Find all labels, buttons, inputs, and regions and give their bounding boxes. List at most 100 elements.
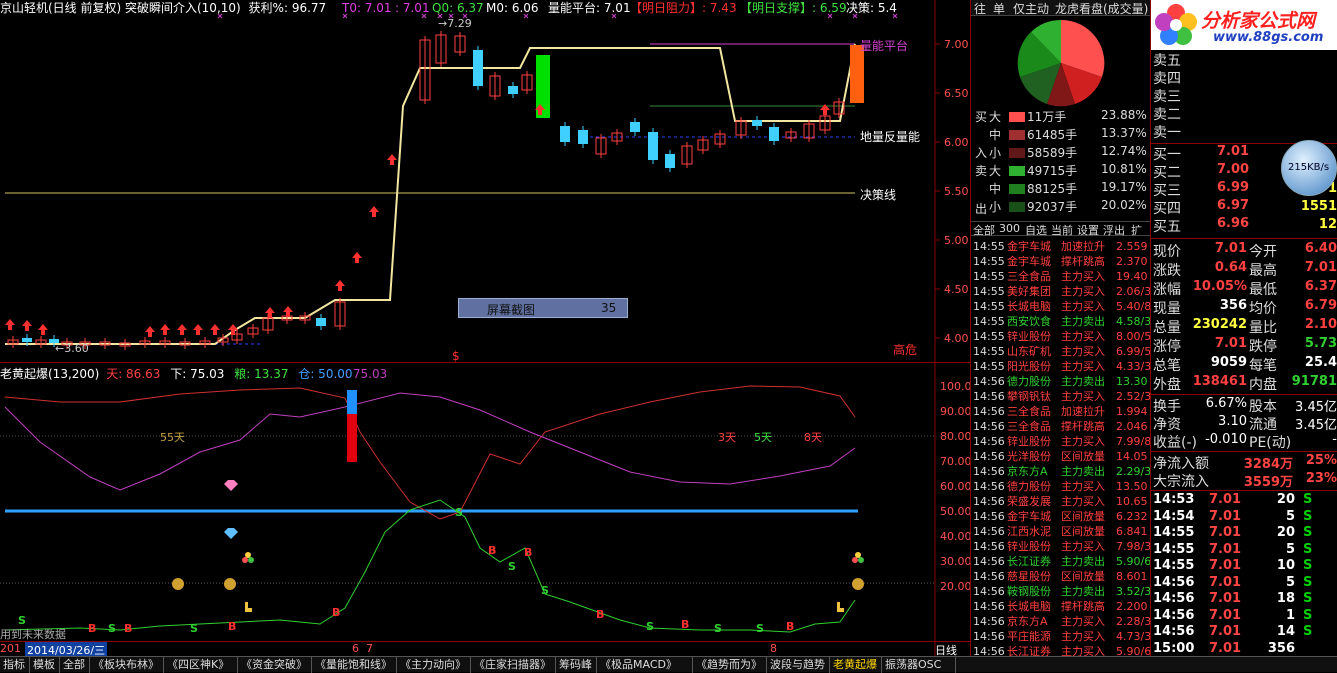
price-axis-tick: 5.50 <box>944 185 969 198</box>
diamond-icon <box>224 528 238 539</box>
tick-action: 主力卖出 <box>1061 465 1105 478</box>
tick-row[interactable]: 14:56 锌业股份 主力买入 7.98/3 <box>971 539 1151 554</box>
tick-row[interactable]: 14:56 金宇车城 区间放量 6.232 <box>971 509 1151 524</box>
filter-watchlist[interactable]: 自选 <box>1025 222 1047 238</box>
bottom-tab[interactable]: 全部 <box>60 657 90 673</box>
bottom-tab[interactable]: 《量能饱和线》 <box>312 657 397 673</box>
bottom-tab[interactable]: 《四区神K》 <box>164 657 238 673</box>
diamond-icon <box>224 480 238 491</box>
bottom-tab[interactable]: 模板 <box>30 657 60 673</box>
trade-time: 14:56 <box>1153 607 1195 623</box>
tab-wang[interactable]: 往 <box>974 0 986 17</box>
trade-side: S <box>1303 607 1313 623</box>
tick-row[interactable]: 14:56 长江证券 主力买入 5.90/6 <box>971 644 1151 656</box>
tick-stock: 江西水泥 <box>1007 525 1051 538</box>
bid-price: 6.96 <box>1217 216 1250 231</box>
days8-label: 8天 <box>804 431 822 444</box>
tick-value: 2.559 <box>1116 240 1148 253</box>
tick-action: 主力卖出 <box>1061 585 1105 598</box>
stat-value: 7.01 <box>1214 336 1247 351</box>
stat-label: 换手 <box>1153 399 1181 415</box>
tick-row[interactable]: 14:55 长城电脑 主力买入 5.40/8 <box>971 299 1151 314</box>
indicator-chart[interactable]: SBSBSBBSBSBSBSBSSB 100.0 90.00 80.00 70.00 6… <box>0 362 972 656</box>
tick-row[interactable]: 14:56 京东方A 主力卖出 2.29/3 <box>971 464 1151 479</box>
tick-time: 14:56 <box>973 555 1005 568</box>
tick-row[interactable]: 14:56 三全食品 撑杆跳高 2.046 <box>971 419 1151 434</box>
tick-row[interactable]: 14:56 慈星股份 区间放量 8.601 <box>971 569 1151 584</box>
tick-row[interactable]: 14:56 京东方A 主力买入 2.28/3 <box>971 614 1151 629</box>
tick-action: 主力买入 <box>1061 300 1105 313</box>
bottom-tab[interactable]: 老黄起爆 <box>830 657 882 673</box>
bottom-tab[interactable]: 波段与趋势 <box>767 657 830 673</box>
price-axis-tick: 5.00 <box>944 234 969 247</box>
tick-row[interactable]: 14:56 攀钢钒钛 主力买入 2.52/3 <box>971 389 1151 404</box>
tick-row[interactable]: 14:56 德力股份 主力卖出 13.30 <box>971 374 1151 389</box>
money-bag-icon <box>224 578 236 590</box>
trade-price: 7.01 <box>1209 508 1242 524</box>
platform-label: 量能平台 <box>860 39 909 53</box>
stat-value: 6.40 <box>1304 241 1337 256</box>
filter-current[interactable]: 当前 <box>1051 222 1073 238</box>
high-risk-label: 高危 <box>893 343 918 357</box>
tab-active-only[interactable]: 仅主动 <box>1013 0 1049 17</box>
bottom-tab[interactable]: 《庄家扫描器》 <box>471 657 556 673</box>
trade-list[interactable]: 14:53 7.01 20 S 14:54 7.01 5 S 14:55 7.01 20 S 14:55… <box>1151 490 1337 656</box>
price-axis-tick: 6.00 <box>944 136 969 149</box>
tick-row[interactable]: 14:55 金宇车城 撑杆跳高 2.370 <box>971 254 1151 269</box>
bottom-tab[interactable]: 《趋势而为》 <box>693 657 767 673</box>
stat-value: 7.01 <box>1304 260 1337 275</box>
tab-dan[interactable]: 单 <box>993 0 1005 17</box>
ask-level-label: 卖四 <box>1153 71 1181 87</box>
price-chart[interactable]: 7.00 6.50 6.00 5.50 5.00 4.50 4.00 京山轻机(日线 前复权… <box>0 0 970 363</box>
screenshot-box[interactable]: 屏幕截图 35 <box>458 298 628 318</box>
tick-row[interactable]: 14:56 平庄能源 主力买入 4.73/3 <box>971 629 1151 644</box>
trade-side: S <box>1303 574 1313 590</box>
tick-row[interactable]: 14:56 长城电脑 撑杆跳高 2.200 <box>971 599 1151 614</box>
tick-row[interactable]: 14:55 三全食品 主力买入 19.40 <box>971 269 1151 284</box>
bottom-tab[interactable]: 《极品MACD》 <box>597 657 693 673</box>
tick-row[interactable]: 14:56 长江证券 主力卖出 5.90/6 <box>971 554 1151 569</box>
tick-row[interactable]: 14:55 山东矿机 主力买入 6.99/5 <box>971 344 1151 359</box>
filter-float[interactable]: 浮出 <box>1103 222 1125 238</box>
tick-row[interactable]: 14:56 锌业股份 主力买入 7.99/8 <box>971 434 1151 449</box>
filter-300[interactable]: 300 <box>999 222 1020 235</box>
buy-label: 买 <box>975 110 988 124</box>
tick-row[interactable]: 14:56 鞍钢股份 主力卖出 3.52/3 <box>971 584 1151 599</box>
tick-row[interactable]: 14:56 江西水泥 区间放量 6.841 <box>971 524 1151 539</box>
flow-row: 中 61485手 13.37% <box>989 126 1149 144</box>
lower-cursor-value: : 75.03 <box>345 367 388 381</box>
tick-row[interactable]: 14:55 美好集团 主力买入 2.06/3 <box>971 284 1151 299</box>
filter-settings[interactable]: 设置 <box>1077 222 1099 238</box>
flow-pct: 20.02% <box>1101 198 1147 212</box>
date-axis-year: 201 <box>0 642 21 655</box>
tick-row[interactable]: 14:56 光洋股份 区间放量 14.05 <box>971 449 1151 464</box>
filter-all[interactable]: 全部 <box>973 222 995 238</box>
bottom-tab[interactable]: 《资金突破》 <box>238 657 312 673</box>
bid-price: 7.00 <box>1217 162 1250 177</box>
tick-row[interactable]: 14:55 金宇车城 加速拉升 2.559 <box>971 239 1151 254</box>
tick-row[interactable]: 14:56 三全食品 加速拉升 1.994 <box>971 404 1151 419</box>
resistance-label: 【明日阻力】 <box>630 1 703 15</box>
stat-label: 现价 <box>1153 244 1181 260</box>
bottom-tab[interactable]: 《主力动向》 <box>397 657 471 673</box>
tick-row[interactable]: 14:56 荣盛发展 主力买入 10.65 <box>971 494 1151 509</box>
stat-label: 最高 <box>1249 263 1277 279</box>
tick-row[interactable]: 14:55 西安饮食 主力卖出 4.58/3 <box>971 314 1151 329</box>
bottom-tab[interactable]: 筹码峰 <box>556 657 597 673</box>
filter-expand[interactable]: 扩 <box>1131 222 1142 238</box>
tick-row[interactable]: 14:55 阳光股份 主力买入 4.33/3 <box>971 359 1151 374</box>
tick-value: 1.994 <box>1116 405 1148 418</box>
tick-list[interactable]: 14:55 金宇车城 加速拉升 2.559 14:55 金宇车城 撑杆跳高 2.370 14:5… <box>971 239 1151 656</box>
trade-price: 7.01 <box>1209 607 1242 623</box>
bottom-tab[interactable]: 振荡器OSC <box>882 657 956 673</box>
flow-row: 中 88125手 19.17% <box>989 180 1149 198</box>
tick-row[interactable]: 14:55 锌业股份 主力买入 8.00/5 <box>971 329 1151 344</box>
bottom-tab[interactable]: 《板块布林》 <box>90 657 164 673</box>
sell-marker: S <box>541 584 549 597</box>
tick-value: 6.841 <box>1116 525 1148 538</box>
tab-dragon-tiger[interactable]: 龙虎看盘(成交量) <box>1055 0 1148 17</box>
tick-row[interactable]: 14:56 德力股份 主力买入 13.50 <box>971 479 1151 494</box>
candle <box>648 132 658 160</box>
buy-arrow-icon <box>369 206 379 217</box>
bottom-tab[interactable]: 指标 <box>0 657 30 673</box>
